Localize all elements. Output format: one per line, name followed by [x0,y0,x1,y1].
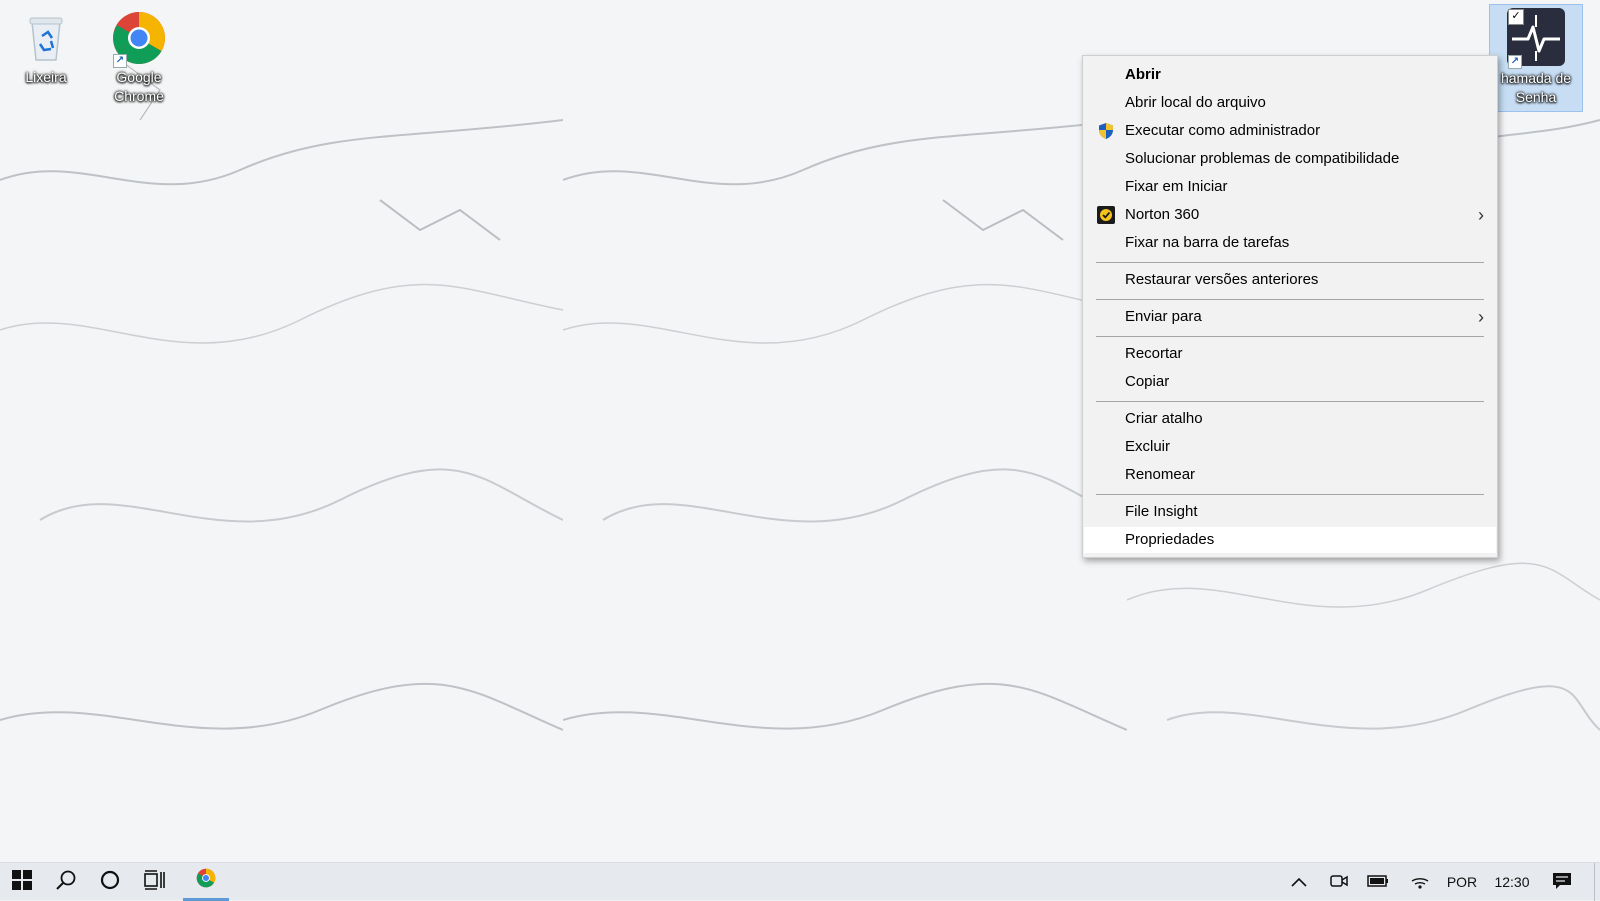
search-icon [55,869,77,896]
meet-now-button[interactable] [1322,863,1356,901]
taskbar: POR 12:30 [0,862,1600,901]
submenu-arrow-icon: › [1478,307,1484,327]
submenu-arrow-icon: › [1478,205,1484,225]
menu-item-label: Excluir [1125,438,1171,455]
menu-item-norton-360[interactable]: Norton 360 › [1084,202,1496,228]
menu-item-criar-atalho[interactable]: Criar atalho [1084,406,1496,432]
desktop-icon-recycle-bin[interactable]: Lixeira [4,4,88,87]
menu-item-label: Restaurar versões anteriores [1125,271,1319,288]
language-label: POR [1446,874,1478,890]
menu-item-label: Recortar [1125,345,1183,362]
menu-item-label: Fixar em Iniciar [1125,178,1228,195]
menu-item-label: Abrir local do arquivo [1125,94,1266,111]
menu-item-solucionar[interactable]: Solucionar problemas de compatibilidade [1084,146,1496,172]
menu-item-executar-admin[interactable]: Executar como administrador [1084,118,1496,144]
network-button[interactable] [1402,863,1438,901]
desktop-icon-label: Google Chrome [114,69,164,104]
menu-item-restaurar-versoes[interactable]: Restaurar versões anteriores [1084,267,1496,293]
menu-item-recortar[interactable]: Recortar [1084,341,1496,367]
clock-time: 12:30 [1494,874,1530,890]
chrome-icon: ↗ [111,10,167,68]
task-view-button[interactable] [132,863,176,901]
menu-item-label: Solucionar problemas de compatibilidade [1125,150,1400,167]
menu-item-label: File Insight [1125,503,1198,520]
menu-separator [1096,336,1484,337]
menu-item-enviar-para[interactable]: Enviar para › [1084,304,1496,330]
battery-button[interactable] [1360,863,1396,901]
cortana-icon [100,870,120,895]
battery-icon [1367,874,1389,891]
menu-separator [1096,299,1484,300]
video-camera-icon [1330,872,1348,893]
show-hidden-icons-button[interactable] [1282,863,1316,901]
menu-item-label: Fixar na barra de tarefas [1125,234,1290,251]
marble-panel-center [563,0,1127,862]
desktop-icon-google-chrome[interactable]: ↗ Google Chrome [97,4,181,106]
action-center-button[interactable] [1542,863,1582,901]
marble-panel-left [0,0,563,862]
uac-shield-icon [1097,122,1115,140]
notification-icon [1552,872,1572,893]
menu-item-label: Norton 360 [1125,206,1200,223]
menu-separator [1096,401,1484,402]
menu-item-propriedades[interactable]: Propriedades [1084,527,1496,553]
norton-icon [1097,206,1115,224]
menu-item-copiar[interactable]: Copiar [1084,369,1496,395]
chrome-icon [196,868,216,893]
chevron-up-icon [1291,874,1307,890]
selection-checkbox-icon[interactable]: ✓ [1508,9,1524,25]
menu-item-fixar-iniciar[interactable]: Fixar em Iniciar [1084,174,1496,200]
heartbeat-app-icon: ✓ ↗ [1506,7,1566,69]
menu-item-label: Criar atalho [1125,410,1203,427]
wifi-icon [1410,873,1430,892]
menu-item-abrir-local[interactable]: Abrir local do arquivo [1084,90,1496,116]
clock[interactable]: 12:30 [1484,863,1540,901]
menu-separator [1096,494,1484,495]
start-button[interactable] [0,863,44,901]
desktop-icon-label: Lixeira [25,69,67,85]
cortana-button[interactable] [88,863,132,901]
menu-item-abrir[interactable]: Abrir [1084,62,1496,88]
menu-separator [1096,262,1484,263]
show-desktop-button[interactable] [1594,863,1600,901]
menu-item-label: Executar como administrador [1125,122,1321,139]
context-menu: Abrir Abrir local do arquivo Executar co… [1082,55,1498,558]
menu-item-label: Renomear [1125,466,1196,483]
search-button[interactable] [44,863,88,901]
windows-start-icon [12,869,32,895]
menu-item-fixar-barra[interactable]: Fixar na barra de tarefas [1084,230,1496,256]
recycle-bin-icon [18,10,74,66]
desktop-icon-label: hamada de Senha [1500,70,1572,105]
menu-item-label: Copiar [1125,373,1170,390]
menu-item-file-insight[interactable]: File Insight [1084,499,1496,525]
menu-item-excluir[interactable]: Excluir [1084,434,1496,460]
shortcut-arrow-icon: ↗ [113,54,127,68]
language-indicator[interactable]: POR [1440,863,1484,901]
task-view-icon [143,869,165,895]
menu-item-label: Enviar para [1125,308,1202,325]
desktop-icon-chamada-de-senha[interactable]: ✓ ↗ hamada de Senha [1489,4,1583,112]
shortcut-arrow-icon: ↗ [1508,55,1522,69]
taskbar-chrome-button[interactable] [183,863,229,901]
menu-item-label: Propriedades [1125,531,1215,548]
menu-item-renomear[interactable]: Renomear [1084,462,1496,488]
menu-item-label: Abrir [1125,66,1161,83]
